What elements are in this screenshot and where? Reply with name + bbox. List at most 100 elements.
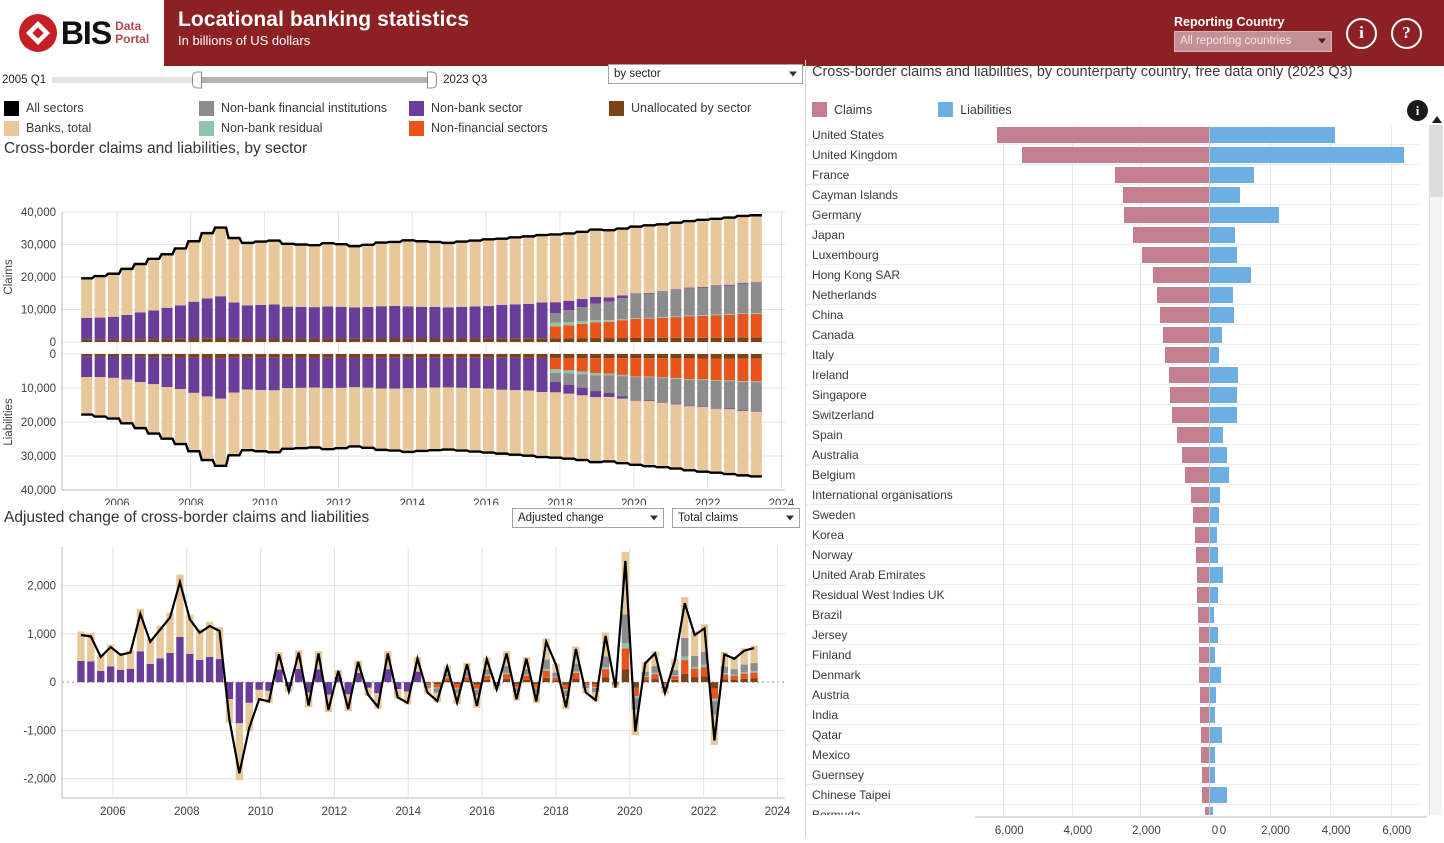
table-row[interactable]: India [806,704,1421,725]
counterparty-scrollbar[interactable] [1429,116,1443,815]
claims-bar[interactable] [1200,726,1209,743]
liabilities-bar[interactable] [1210,726,1223,743]
claims-bar[interactable] [1204,806,1209,815]
liabilities-bar[interactable] [1210,766,1216,783]
liabilities-bar[interactable] [1210,326,1222,343]
legend-item-nbfi[interactable]: Non-bank financial institutions [199,98,409,118]
slider-handle-end[interactable] [427,71,438,89]
liabilities-bar[interactable] [1210,506,1219,523]
liabilities-bar[interactable] [1210,366,1239,383]
chart2-container[interactable]: 2,000 1,000 0 -1,000 -2,000 2006 2008 2010 2012 2… [0,533,805,838]
table-row[interactable]: Germany [806,204,1421,225]
bis-logo[interactable]: BIS Data Portal [0,0,164,66]
liabilities-bar[interactable] [1210,146,1405,163]
liabilities-bar[interactable] [1210,526,1217,543]
claims-bar[interactable] [997,126,1209,143]
liabilities-bar[interactable] [1210,466,1229,483]
legend-item-non-bank-sector[interactable]: Non-bank sector [409,98,609,118]
table-row[interactable]: Italy [806,344,1421,365]
table-row[interactable]: Qatar [806,724,1421,745]
scrollbar-thumb[interactable] [1430,116,1443,197]
claims-bar[interactable] [1191,486,1209,503]
info-button[interactable]: i [1346,17,1377,49]
liabilities-bar[interactable] [1210,806,1214,815]
liabilities-bar[interactable] [1210,706,1216,723]
adjusted-change-select[interactable]: Adjusted change [512,508,664,528]
liabilities-bar[interactable] [1210,246,1238,263]
total-claims-select[interactable]: Total claims [672,508,800,528]
claims-bar[interactable] [1199,686,1209,703]
liabilities-bar[interactable] [1210,626,1219,643]
table-row[interactable]: Sweden [806,504,1421,525]
table-row[interactable]: China [806,304,1421,325]
liabilities-bar[interactable] [1210,686,1217,703]
liabilities-bar[interactable] [1210,126,1335,143]
liabilities-bar[interactable] [1210,446,1228,463]
table-row[interactable]: Chinese Taipei [806,784,1421,805]
help-button[interactable]: ? [1391,17,1422,49]
claims-bar[interactable] [1123,206,1209,223]
liabilities-bar[interactable] [1210,586,1218,603]
liabilities-bar[interactable] [1210,206,1280,223]
table-row[interactable]: Hong Kong SAR [806,264,1421,285]
claims-bar[interactable] [1022,146,1209,163]
claims-bar[interactable] [1156,286,1209,303]
table-row[interactable]: Canada [806,324,1421,345]
liabilities-bar[interactable] [1210,266,1252,283]
slider-handle-start[interactable] [192,71,203,89]
reporting-country-select[interactable]: All reporting countries [1174,30,1332,52]
table-row[interactable]: Luxembourg [806,244,1421,265]
liabilities-bar[interactable] [1210,406,1238,423]
time-range-slider[interactable] [52,71,438,89]
table-row[interactable]: Japan [806,224,1421,245]
legend-item-liabilities[interactable]: Liabilities [938,102,1012,117]
counterparty-info-icon[interactable]: i [1407,100,1428,121]
table-row[interactable]: Bermuda [806,804,1421,815]
table-row[interactable]: France [806,164,1421,185]
table-row[interactable]: Belgium [806,464,1421,485]
stacked-area-chart[interactable]: 40,000 30,000 20,000 10,000 00 10,000 20,000 30… [0,170,805,505]
liabilities-bar[interactable] [1210,346,1220,363]
liabilities-bar[interactable] [1210,426,1224,443]
liabilities-bar[interactable] [1210,606,1214,623]
table-row[interactable]: Jersey [806,624,1421,645]
table-row[interactable]: United Kingdom [806,144,1421,165]
liabilities-bar[interactable] [1210,566,1224,583]
legend-item-non-bank-residual[interactable]: Non-bank residual [199,118,409,138]
table-row[interactable]: Austria [806,684,1421,705]
liabilities-bar[interactable] [1210,546,1218,563]
legend-item-claims[interactable]: Claims [812,102,872,117]
claims-bar[interactable] [1196,566,1209,583]
liabilities-bar[interactable] [1210,746,1216,763]
table-row[interactable]: Residual West Indies UK [806,584,1421,605]
liabilities-bar[interactable] [1210,666,1222,683]
claims-bar[interactable] [1165,346,1209,363]
table-row[interactable]: Mexico [806,744,1421,765]
claims-bar[interactable] [1199,646,1209,663]
table-row[interactable]: Singapore [806,384,1421,405]
claims-bar[interactable] [1195,546,1209,563]
table-row[interactable]: Korea [806,524,1421,545]
claims-bar[interactable] [1192,506,1209,523]
claims-bar[interactable] [1197,586,1209,603]
claims-bar[interactable] [1195,526,1209,543]
claims-bar[interactable] [1200,706,1209,723]
table-row[interactable]: Brazil [806,604,1421,625]
legend-item-banks-total[interactable]: Banks, total [4,118,199,138]
table-row[interactable]: Switzerland [806,404,1421,425]
claims-bar[interactable] [1115,166,1209,183]
table-row[interactable]: Australia [806,444,1421,465]
liabilities-bar[interactable] [1210,386,1237,403]
claims-bar[interactable] [1176,426,1209,443]
table-row[interactable]: United Arab Emirates [806,564,1421,585]
liabilities-bar[interactable] [1210,486,1220,503]
liabilities-bar[interactable] [1210,646,1215,663]
table-row[interactable]: Norway [806,544,1421,565]
liabilities-bar[interactable] [1210,166,1255,183]
claims-bar[interactable] [1181,446,1209,463]
claims-bar[interactable] [1198,626,1209,643]
claims-bar[interactable] [1201,746,1209,763]
claims-bar[interactable] [1141,246,1209,263]
legend-item-non-financial[interactable]: Non-financial sectors [409,118,609,138]
table-row[interactable]: Netherlands [806,284,1421,305]
